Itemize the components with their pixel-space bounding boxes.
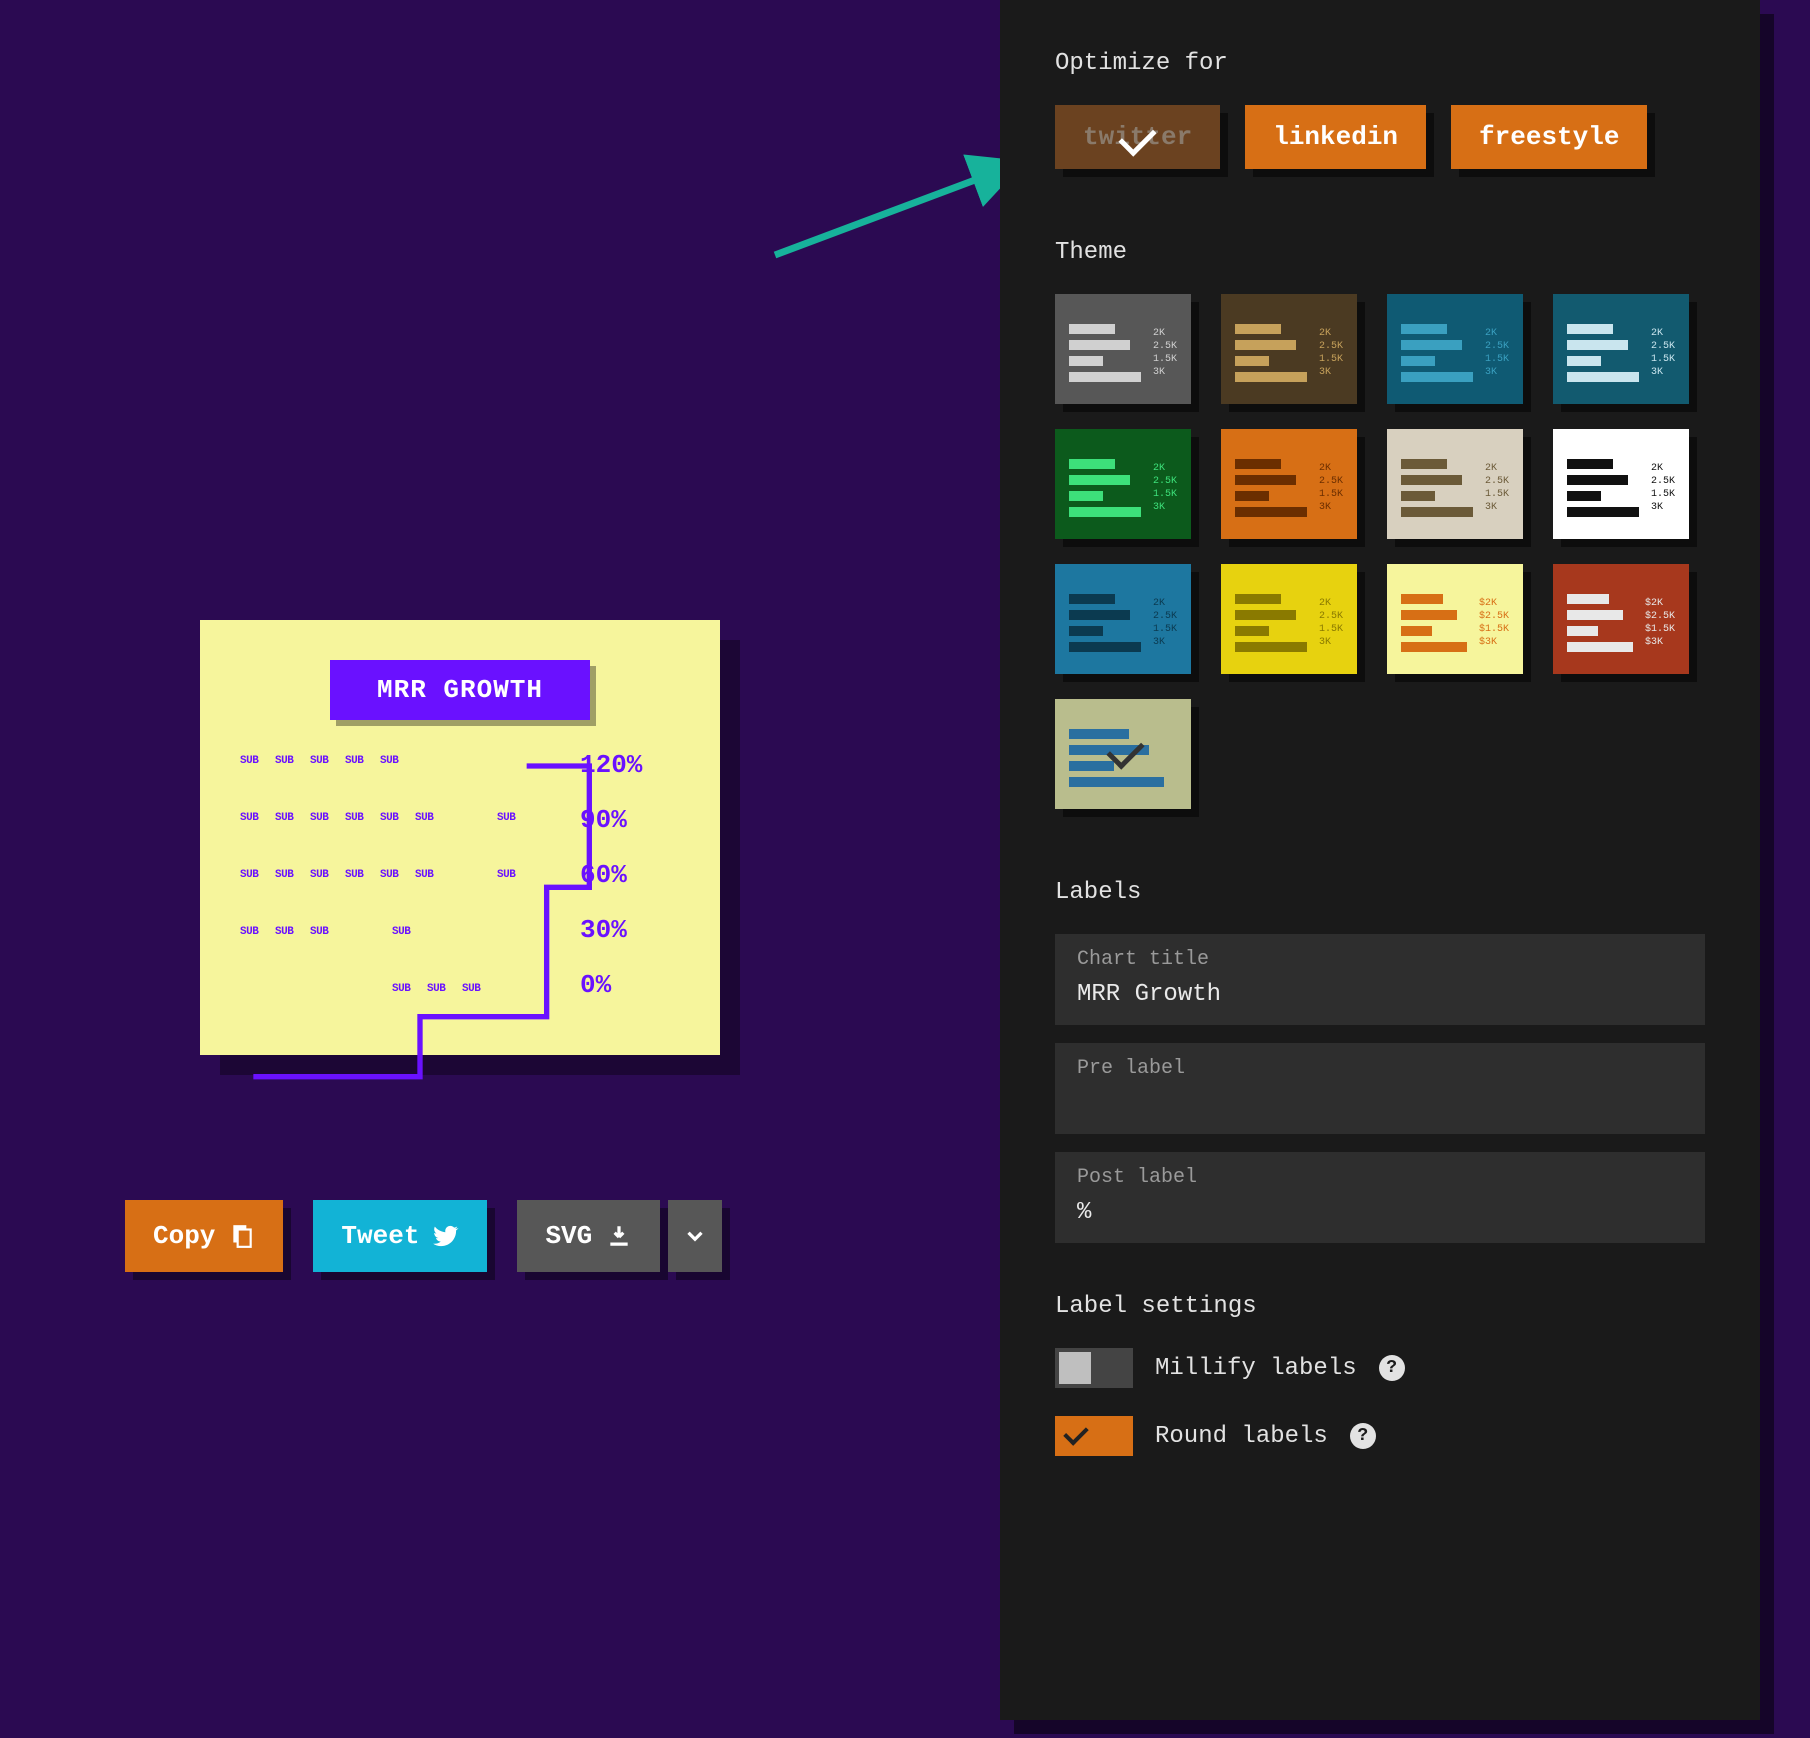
copy-button[interactable]: Copy bbox=[125, 1200, 283, 1272]
theme-swatch-0[interactable]: 2K2.5K1.5K3K bbox=[1055, 294, 1191, 404]
settings-panel: Optimize for twitter linkedin freestyle Th… bbox=[1000, 0, 1760, 1720]
optimize-heading: Optimize for bbox=[1055, 50, 1705, 77]
chart-preview: MRR GROWTH SUBSUBSUBSUBSUBSUBSUBSUBSUBSU… bbox=[200, 620, 720, 1055]
download-icon bbox=[606, 1223, 632, 1249]
chart-title-badge: MRR GROWTH bbox=[330, 660, 590, 720]
labels-heading: Labels bbox=[1055, 879, 1705, 906]
copy-icon bbox=[229, 1223, 255, 1249]
action-bar: Copy Tweet SVG bbox=[125, 1200, 722, 1272]
help-icon[interactable]: ? bbox=[1379, 1355, 1405, 1381]
svg-label: SVG bbox=[545, 1221, 592, 1251]
theme-swatch-1[interactable]: 2K2.5K1.5K3K bbox=[1221, 294, 1357, 404]
millify-toggle[interactable] bbox=[1055, 1348, 1133, 1388]
theme-swatch-12[interactable] bbox=[1055, 699, 1191, 809]
pre-label-value bbox=[1077, 1090, 1683, 1118]
chart-rows: SUBSUBSUBSUBSUBSUBSUBSUBSUBSUBSUBSUBSUBS… bbox=[240, 750, 560, 1000]
chart-card: MRR GROWTH SUBSUBSUBSUBSUBSUBSUBSUBSUBSU… bbox=[200, 620, 720, 1055]
theme-swatch-11[interactable]: $2K$2.5K$1.5K$3K bbox=[1553, 564, 1689, 674]
theme-swatch-10[interactable]: $2K$2.5K$1.5K$3K bbox=[1387, 564, 1523, 674]
chevron-down-icon bbox=[682, 1223, 708, 1249]
theme-swatch-2[interactable]: 2K2.5K1.5K3K bbox=[1387, 294, 1523, 404]
optimize-linkedin-button[interactable]: linkedin bbox=[1245, 105, 1426, 169]
theme-swatch-6[interactable]: 2K2.5K1.5K3K bbox=[1387, 429, 1523, 539]
theme-swatch-5[interactable]: 2K2.5K1.5K3K bbox=[1221, 429, 1357, 539]
annotation-arrow bbox=[755, 135, 1035, 275]
tweet-button[interactable]: Tweet bbox=[313, 1200, 487, 1272]
round-label: Round labels bbox=[1155, 1423, 1328, 1450]
round-toggle[interactable] bbox=[1055, 1416, 1133, 1456]
millify-label: Millify labels bbox=[1155, 1355, 1357, 1382]
chart-title-label: Chart title bbox=[1077, 948, 1683, 971]
theme-swatch-3[interactable]: 2K2.5K1.5K3K bbox=[1553, 294, 1689, 404]
optimize-twitter-button[interactable]: twitter bbox=[1055, 105, 1220, 169]
pre-label-label: Pre label bbox=[1077, 1057, 1683, 1080]
theme-heading: Theme bbox=[1055, 239, 1705, 266]
theme-swatch-9[interactable]: 2K2.5K1.5K3K bbox=[1221, 564, 1357, 674]
help-icon[interactable]: ? bbox=[1350, 1423, 1376, 1449]
svg-more-button[interactable] bbox=[668, 1200, 722, 1272]
tweet-label: Tweet bbox=[341, 1221, 419, 1251]
theme-swatch-4[interactable]: 2K2.5K1.5K3K bbox=[1055, 429, 1191, 539]
optimize-options: twitter linkedin freestyle bbox=[1055, 105, 1705, 169]
chart-title-field[interactable]: Chart title MRR Growth bbox=[1055, 934, 1705, 1025]
pre-label-field[interactable]: Pre label bbox=[1055, 1043, 1705, 1134]
theme-swatch-8[interactable]: 2K2.5K1.5K3K bbox=[1055, 564, 1191, 674]
svg-button[interactable]: SVG bbox=[517, 1200, 660, 1272]
post-label-label: Post label bbox=[1077, 1166, 1683, 1189]
theme-grid: 2K2.5K1.5K3K 2K2.5K1.5K3K 2K2.5K1.5K3K 2K2.… bbox=[1055, 294, 1705, 809]
label-settings-heading: Label settings bbox=[1055, 1293, 1705, 1320]
post-label-field[interactable]: Post label % bbox=[1055, 1152, 1705, 1243]
copy-label: Copy bbox=[153, 1221, 215, 1251]
twitter-icon bbox=[433, 1223, 459, 1249]
optimize-freestyle-button[interactable]: freestyle bbox=[1451, 105, 1647, 169]
chart-title-value: MRR Growth bbox=[1077, 981, 1683, 1009]
theme-swatch-7[interactable]: 2K2.5K1.5K3K bbox=[1553, 429, 1689, 539]
post-label-value: % bbox=[1077, 1199, 1683, 1227]
chart-value-labels: 120%90%60%30%0% bbox=[560, 750, 680, 1000]
